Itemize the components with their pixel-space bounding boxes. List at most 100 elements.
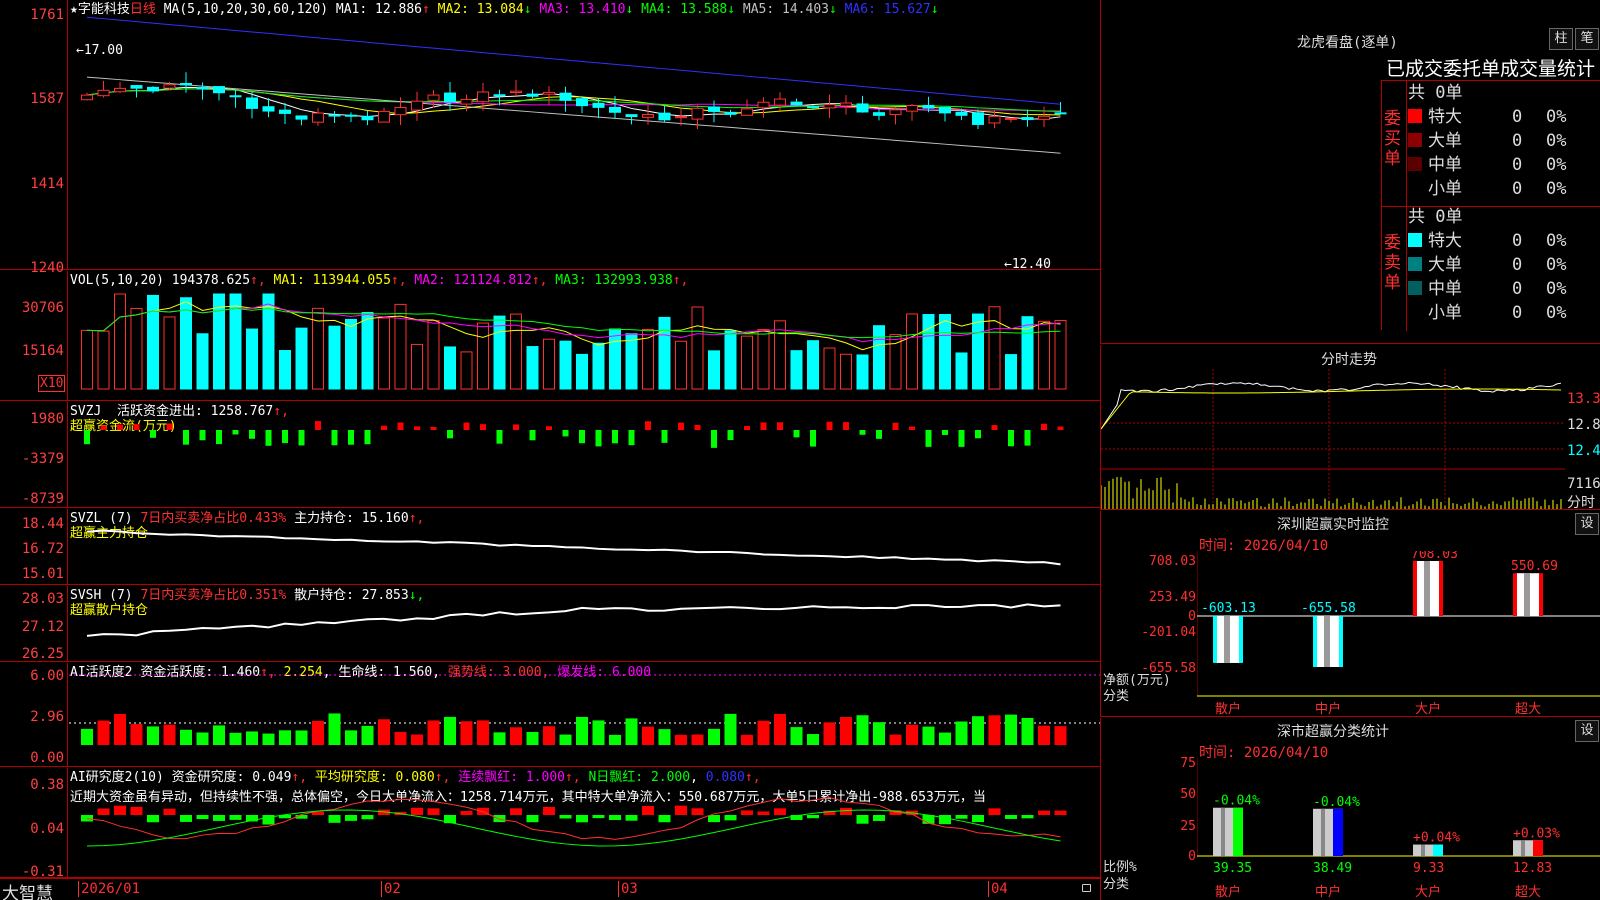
candle-body bbox=[790, 101, 803, 106]
volume-bar bbox=[856, 354, 869, 390]
research-bar bbox=[658, 815, 671, 823]
activity-bar bbox=[675, 734, 687, 745]
flow-bar bbox=[760, 422, 767, 430]
monitor-tick: 253.49 bbox=[1149, 590, 1196, 605]
price-y-axis: 1761 1587 1414 1240 bbox=[0, 0, 68, 275]
ai-research-pane[interactable]: 0.38 0.04 -0.31 AI研究度2(10) 资金研究度: 0.049↑… bbox=[0, 768, 1100, 880]
classify-title: 深市超赢分类统计 bbox=[1277, 724, 1389, 740]
volume-bar bbox=[840, 353, 852, 390]
activity-bar bbox=[543, 726, 555, 745]
intraday-chart[interactable] bbox=[1101, 369, 1565, 509]
price-pane[interactable]: 1761 1587 1414 1240 ★字能科技日线 MA(5,10,20,3… bbox=[0, 0, 1100, 275]
research-bar bbox=[526, 815, 539, 823]
x-label: 02 bbox=[381, 881, 401, 897]
volume-chart[interactable] bbox=[69, 271, 1100, 401]
classify-bar-chart[interactable]: -0.04% 39.35 散户 -0.04% 38.49 中户 +0.04% 9.33 大户 +0… bbox=[1197, 758, 1600, 900]
flow-bar bbox=[991, 425, 998, 430]
activity-bar bbox=[823, 722, 836, 745]
svsh-pane[interactable]: 28.03 27.12 26.25 SVSH (7) 7日内买卖净占比0.351… bbox=[0, 586, 1100, 662]
fund-flow-chart[interactable] bbox=[69, 402, 1100, 508]
candlestick-chart[interactable] bbox=[69, 0, 1100, 270]
volume-bar bbox=[625, 333, 638, 390]
volume-bar bbox=[180, 297, 192, 390]
flow-bar bbox=[397, 422, 404, 430]
classify-settings-button[interactable]: 设 bbox=[1575, 720, 1599, 742]
ai1-tick: 2.96 bbox=[30, 709, 64, 725]
candle-body bbox=[378, 110, 390, 123]
activity-bar bbox=[246, 731, 258, 745]
activity-chart[interactable] bbox=[69, 663, 1100, 767]
volume-bar bbox=[724, 330, 737, 390]
research-bar bbox=[856, 815, 869, 824]
activity-bar bbox=[411, 734, 423, 745]
swatch-icon bbox=[1408, 305, 1422, 319]
ma-line-1 bbox=[86, 86, 1061, 120]
lock-icon[interactable] bbox=[1082, 884, 1091, 892]
tab-tick-view[interactable]: 笔 bbox=[1575, 28, 1599, 50]
candle-body bbox=[279, 109, 291, 114]
candle-body bbox=[972, 112, 984, 125]
main-holding-chart[interactable] bbox=[69, 509, 1100, 585]
flow-bar bbox=[843, 422, 849, 430]
volume-bar bbox=[889, 334, 902, 390]
retail-holding-chart[interactable] bbox=[69, 586, 1100, 662]
volume-bar bbox=[955, 352, 968, 390]
svzl-pane[interactable]: 18.44 16.72 15.01 SVZL (7) 7日内买卖净占比0.433… bbox=[0, 509, 1100, 585]
flow-bar bbox=[876, 430, 882, 439]
activity-bar bbox=[807, 734, 819, 745]
longhu-table: 委买单 委卖单 共 0单 特大 0 0% 大单 0 0% 中单 0 0% 小单 0 0% 共 0单 特… bbox=[1381, 80, 1600, 331]
research-bar bbox=[774, 808, 786, 815]
research-chart[interactable] bbox=[69, 768, 1100, 878]
row-count: 0 bbox=[1512, 303, 1523, 323]
research-bar bbox=[625, 815, 638, 821]
research-bar bbox=[147, 815, 159, 823]
flow-bar bbox=[166, 423, 173, 430]
volume-bar bbox=[460, 351, 473, 390]
activity-bar bbox=[361, 725, 374, 745]
research-bar bbox=[988, 808, 1001, 815]
candle-body bbox=[691, 107, 704, 120]
activity-bar bbox=[757, 720, 770, 745]
candle-body bbox=[114, 87, 126, 93]
research-bar bbox=[411, 807, 423, 815]
flow-bar bbox=[975, 430, 981, 439]
volume-bar bbox=[295, 327, 308, 390]
volume-pane[interactable]: 30706 15164 X10 VOL(5,10,20) 194378.625↑… bbox=[0, 271, 1100, 401]
flow-bar bbox=[562, 430, 569, 437]
activity-bar bbox=[856, 715, 869, 745]
candle-body bbox=[213, 86, 225, 94]
flow-bar bbox=[1024, 430, 1031, 446]
activity-bar bbox=[906, 724, 918, 745]
row-count: 0 bbox=[1512, 155, 1523, 175]
row-name: 小单 bbox=[1428, 303, 1462, 323]
svzl-tick: 18.44 bbox=[21, 516, 64, 532]
swatch-icon bbox=[1408, 157, 1422, 171]
svsh-tick: 27.12 bbox=[21, 619, 64, 635]
row-name: 中单 bbox=[1428, 279, 1462, 299]
monitor-category-label: 超大 bbox=[1515, 702, 1541, 716]
candle-body bbox=[823, 104, 836, 109]
fenshi-tick: 分时 bbox=[1567, 495, 1595, 511]
monitor-bar-chart[interactable]: -603.13 散户 -655.58 中户 708.03 大户 550.69 超大 bbox=[1197, 551, 1600, 716]
flow-bar bbox=[480, 424, 486, 430]
research-bar bbox=[180, 815, 192, 822]
activity-bar bbox=[609, 734, 621, 745]
svzj-pane[interactable]: 1980 -3379 -8739 SVZJ 活跃资金进出: 1258.767↑,… bbox=[0, 402, 1100, 508]
activity-bar bbox=[213, 725, 225, 745]
monitor-title: 深圳超赢实时监控 bbox=[1277, 517, 1389, 533]
classify-bar-shade bbox=[1521, 840, 1525, 856]
research-bar bbox=[196, 815, 209, 820]
ai2-tick: -0.31 bbox=[21, 864, 64, 880]
volume-bar bbox=[906, 313, 918, 390]
monitor-settings-button[interactable]: 设 bbox=[1575, 513, 1599, 535]
activity-bar bbox=[1054, 726, 1067, 745]
activity-bar bbox=[180, 729, 192, 745]
volume-bar bbox=[81, 329, 93, 390]
ai-activity-pane[interactable]: 6.00 2.96 0.00 AI活跃度2 资金活跃度: 1.460↑, 2.2… bbox=[0, 663, 1100, 767]
price-tick: 1587 bbox=[30, 91, 64, 107]
swatch-icon bbox=[1408, 281, 1422, 295]
row-name: 中单 bbox=[1428, 155, 1462, 175]
research-bar bbox=[163, 808, 176, 815]
tab-bar-view[interactable]: 柱 bbox=[1549, 28, 1573, 50]
candle-body bbox=[592, 102, 605, 108]
